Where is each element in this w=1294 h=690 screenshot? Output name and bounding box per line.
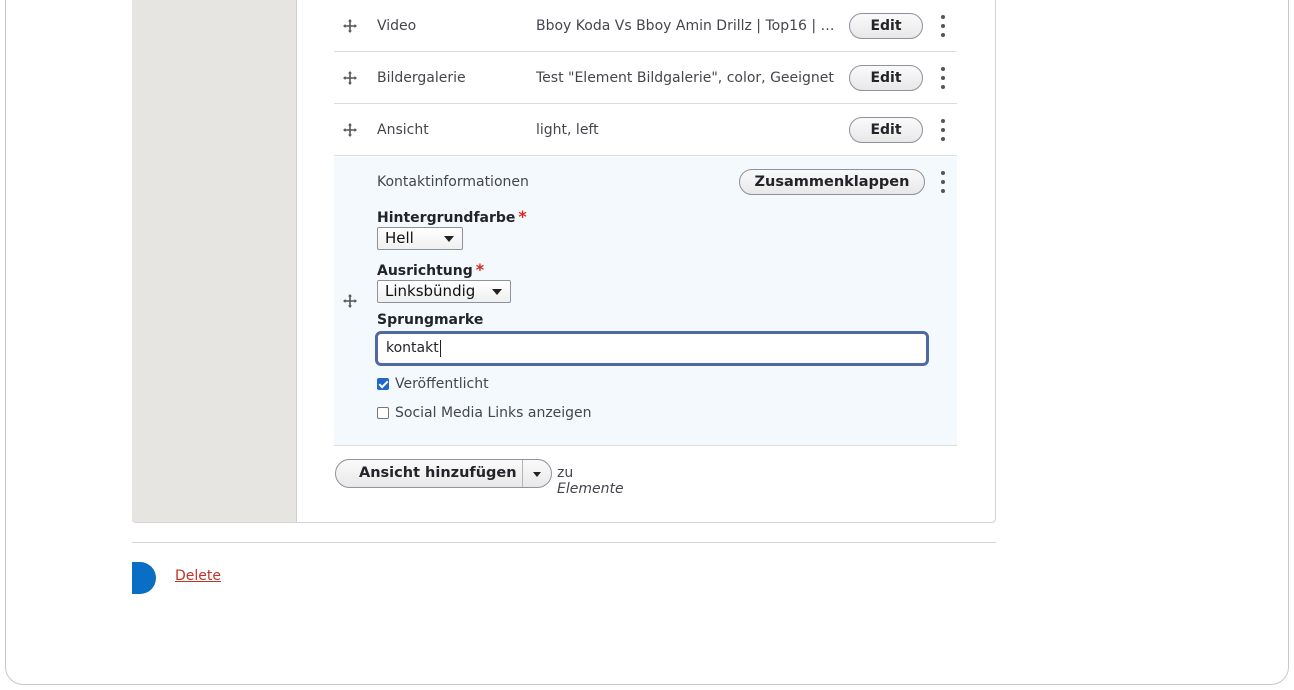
edit-button[interactable]: Edit [849, 116, 923, 143]
background-label-text: Hintergrundfarbe [377, 210, 516, 226]
collapse-button[interactable]: Zusammenklappen [739, 169, 925, 195]
row-label: Video [377, 17, 417, 34]
kebab-menu-icon[interactable] [938, 66, 948, 89]
anchor-input[interactable]: kontakt [375, 331, 929, 366]
text-cursor [439, 339, 441, 357]
published-checkbox[interactable]: Veröffentlicht [377, 376, 489, 392]
paragraph-row-kontaktinformationen: Kontaktinformationen Zusammenklappen Hin… [334, 157, 957, 446]
paragraph-row-ansicht: Ansicht light, left Edit [334, 104, 957, 156]
checkbox-checked-icon[interactable] [377, 378, 389, 390]
kebab-menu-icon[interactable] [938, 14, 948, 37]
row-label: Kontaktinformationen [377, 174, 529, 190]
split-divider [522, 460, 523, 487]
edit-button[interactable]: Edit [849, 64, 923, 91]
edit-button[interactable]: Edit [849, 12, 923, 39]
row-label: Ansicht [377, 121, 429, 138]
kebab-menu-icon[interactable] [938, 171, 948, 193]
alignment-label-text: Ausrichtung [377, 263, 473, 279]
social-links-checkbox[interactable]: Social Media Links anzeigen [377, 405, 592, 421]
caret-down-icon [492, 289, 502, 295]
add-view-button[interactable]: Ansicht hinzufügen [335, 459, 552, 488]
anchor-label-text: Sprungmarke [377, 312, 484, 328]
left-sidebar-column [132, 0, 297, 522]
row-summary: light, left [536, 121, 599, 138]
add-prefix: zu [557, 465, 574, 481]
kebab-menu-icon[interactable] [938, 118, 948, 141]
row-summary: Bboy Koda Vs Bboy Amin Drillz | Top16 | … [536, 17, 838, 34]
paragraph-row-video: Video Bboy Koda Vs Bboy Amin Drillz | To… [334, 0, 957, 52]
paragraph-row-bildergalerie: Bildergalerie Test "Element Bildgalerie"… [334, 52, 957, 104]
caret-down-icon[interactable] [533, 472, 541, 477]
social-links-label: Social Media Links anzeigen [395, 405, 592, 421]
add-view-button-label: Ansicht hinzufügen [359, 465, 517, 481]
move-icon[interactable] [342, 293, 358, 309]
alignment-select-value: Linksbündig [385, 282, 476, 300]
background-select-value: Hell [385, 229, 414, 247]
add-target: Elemente [557, 481, 624, 497]
row-label: Bildergalerie [377, 69, 466, 86]
move-icon[interactable] [342, 70, 358, 86]
required-marker: * [475, 260, 485, 279]
alignment-field-label: Ausrichtung * [377, 260, 484, 279]
move-icon[interactable] [342, 122, 358, 138]
row-summary: Test "Element Bildgalerie", color, Geeig… [536, 69, 834, 86]
delete-link[interactable]: Delete [175, 568, 221, 584]
required-marker: * [518, 207, 527, 226]
alignment-select[interactable]: Linksbündig [377, 280, 511, 303]
checkbox-unchecked-icon[interactable] [377, 407, 389, 419]
section-divider [132, 542, 996, 543]
published-label: Veröffentlicht [395, 376, 489, 392]
background-field-label: Hintergrundfarbe * [377, 207, 527, 226]
add-target-text: zu Elemente [557, 465, 624, 497]
anchor-input-value: kontakt [386, 340, 439, 356]
caret-down-icon [444, 236, 454, 242]
background-select[interactable]: Hell [377, 227, 463, 250]
move-icon[interactable] [342, 18, 358, 34]
anchor-field-label: Sprungmarke [377, 312, 483, 328]
